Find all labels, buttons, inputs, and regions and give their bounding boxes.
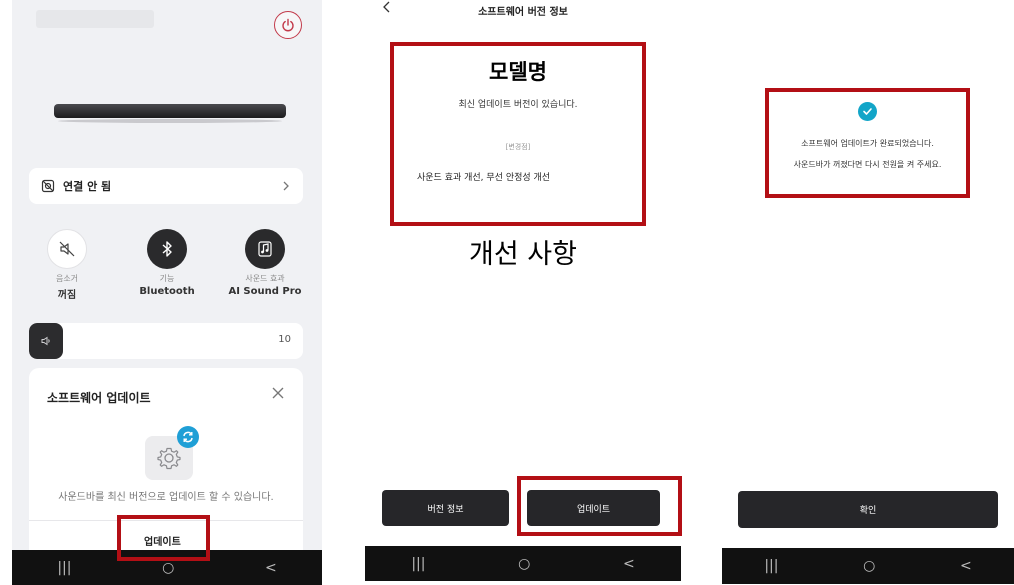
close-icon[interactable] xyxy=(271,386,285,400)
confirm-button[interactable]: 확인 xyxy=(738,491,998,528)
mute-value: 꺼짐 xyxy=(57,290,77,301)
sound-effect-caption: 사운드 효과 xyxy=(245,274,285,283)
connection-status-card[interactable]: 연결 안 됨 xyxy=(29,168,303,204)
highlight-update-button xyxy=(117,515,210,561)
system-nav-bar: ||| ○ < xyxy=(722,548,1014,584)
disconnected-icon xyxy=(41,179,55,193)
function-caption: 기능 xyxy=(159,274,175,283)
function-value: Bluetooth xyxy=(139,286,195,297)
home-screen: 연결 안 됨 음소거 꺼짐 기능 Bluetooth 사운드 효과 AI Sou… xyxy=(12,0,322,585)
model-name: 모델명 xyxy=(489,60,547,84)
page-title: 소프트웨어 버전 정보 xyxy=(478,7,568,18)
software-update-description: 사운드바를 최신 버전으로 업데이트 할 수 있습니다. xyxy=(58,492,274,503)
music-note-icon xyxy=(258,241,272,257)
chevron-right-icon xyxy=(283,181,289,191)
improvements-caption: 개선 사항 xyxy=(469,239,577,270)
power-on-instruction: 사운드바가 꺼졌다면 다시 전원을 켜 주세요. xyxy=(793,160,942,169)
highlight-complete-message: 소프트웨어 업데이트가 완료되었습니다. 사운드바가 꺼졌다면 다시 전원을 켜… xyxy=(765,88,970,198)
system-nav-bar: ||| ○ < xyxy=(365,546,681,581)
recent-apps-icon[interactable]: ||| xyxy=(411,557,425,571)
speaker-icon xyxy=(41,336,50,346)
home-icon[interactable]: ○ xyxy=(162,561,174,575)
recent-apps-icon[interactable]: ||| xyxy=(764,559,778,573)
connection-status-label: 연결 안 됨 xyxy=(63,180,112,193)
recent-apps-icon[interactable]: ||| xyxy=(57,561,71,575)
mute-caption: 음소거 xyxy=(55,274,79,283)
change-log-text: 사운드 효과 개선, 무선 안정성 개선 xyxy=(417,173,551,183)
volume-value: 10 xyxy=(278,334,291,345)
refresh-icon xyxy=(183,431,193,443)
check-circle-icon xyxy=(858,102,877,121)
update-complete-message: 소프트웨어 업데이트가 완료되었습니다. xyxy=(801,139,934,148)
volume-handle[interactable] xyxy=(29,323,63,359)
software-update-title: 소프트웨어 업데이트 xyxy=(47,391,151,405)
bluetooth-icon xyxy=(162,241,172,257)
back-icon[interactable]: < xyxy=(623,557,635,571)
back-icon[interactable]: < xyxy=(960,559,972,573)
power-icon xyxy=(282,18,294,32)
power-button[interactable] xyxy=(274,11,302,39)
function-button[interactable] xyxy=(147,229,187,269)
update-complete-screen: 소프트웨어 업데이트가 완료되었습니다. 사운드바가 꺼졌다면 다시 전원을 켜… xyxy=(722,0,1014,585)
device-title-redacted xyxy=(36,10,154,28)
mute-icon xyxy=(59,241,75,257)
mute-button[interactable] xyxy=(47,229,87,269)
refresh-badge xyxy=(177,426,199,448)
sound-effect-value: AI Sound Pro xyxy=(228,286,302,297)
back-icon[interactable]: < xyxy=(265,561,277,575)
home-icon[interactable]: ○ xyxy=(863,559,875,573)
version-info-button[interactable]: 버전 정보 xyxy=(382,490,509,526)
checkmark-icon xyxy=(863,108,872,115)
volume-slider[interactable]: 10 xyxy=(29,323,303,359)
soundbar-image xyxy=(54,104,286,123)
highlight-update-confirm xyxy=(517,476,682,536)
home-icon[interactable]: ○ xyxy=(518,557,530,571)
highlight-version-info: 모델명 최신 업데이트 버전이 있습니다. [변경점] 사운드 효과 개선, 무… xyxy=(390,42,646,226)
sound-effect-button[interactable] xyxy=(245,229,285,269)
change-log-tag: [변경점] xyxy=(505,143,531,151)
latest-version-message: 최신 업데이트 버전이 있습니다. xyxy=(458,100,578,110)
gear-icon xyxy=(157,447,181,470)
